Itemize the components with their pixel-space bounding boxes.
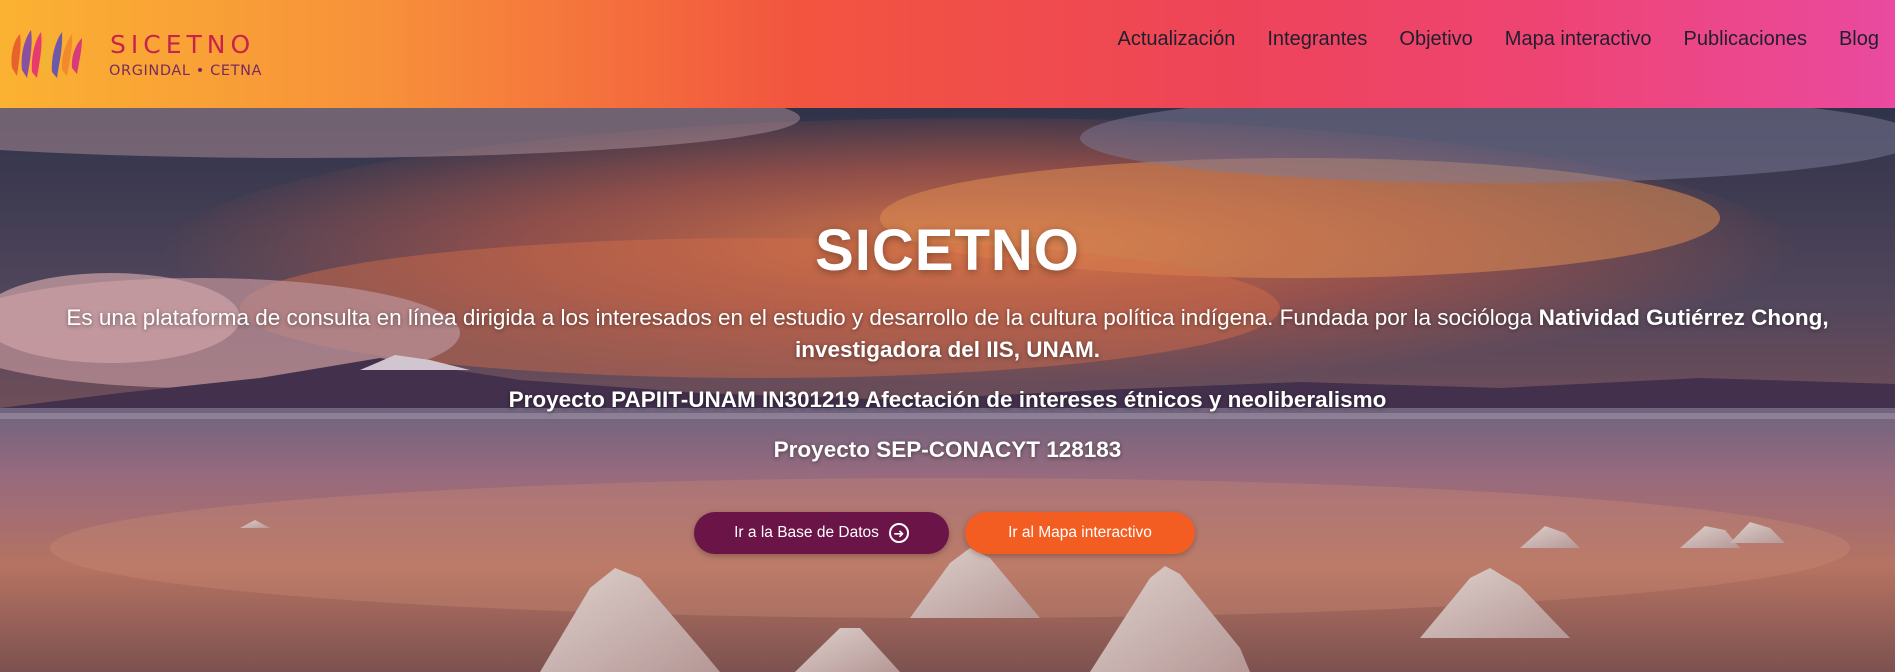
site-header: SICETNO ORGINDAL • CETNA Actualización I… [0, 0, 1895, 108]
hero-section: SICETNO Es una plataforma de consulta en… [0, 108, 1895, 672]
hero-description-text: Es una plataforma de consulta en línea d… [66, 305, 1539, 330]
go-to-database-label: Ir a la Base de Datos [734, 524, 879, 541]
arrow-right-circle-icon: ➜ [888, 523, 909, 543]
hero-buttons: Ir a la Base de Datos ➜ Ir al Mapa inter… [0, 512, 1895, 554]
hero-description: Es una plataforma de consulta en línea d… [48, 302, 1848, 366]
hero-project-conacyt: Proyecto SEP-CONACYT 128183 [773, 437, 1122, 462]
nav-item-publicaciones[interactable]: Publicaciones [1684, 26, 1807, 52]
hero-content: SICETNO Es una plataforma de consulta en… [40, 218, 1855, 466]
nav-item-integrantes[interactable]: Integrantes [1267, 26, 1367, 52]
brush-strokes-logo-icon [11, 30, 82, 78]
go-to-database-button[interactable]: Ir a la Base de Datos ➜ [694, 512, 949, 554]
go-to-map-label: Ir al Mapa interactivo [1008, 524, 1152, 541]
hero-project-papiit: Proyecto PAPIIT-UNAM IN301219 Afectación… [508, 387, 1387, 412]
go-to-map-button[interactable]: Ir al Mapa interactivo [965, 512, 1195, 554]
nav-item-blog[interactable]: Blog [1839, 26, 1879, 52]
hero-title: SICETNO [815, 218, 1080, 283]
nav-item-actualizacion[interactable]: Actualización [1118, 26, 1236, 52]
nav-item-objetivo[interactable]: Objetivo [1399, 26, 1472, 52]
nav-item-mapa-interactivo[interactable]: Mapa interactivo [1505, 26, 1652, 52]
main-navigation: Actualización Integrantes Objetivo Mapa … [1086, 26, 1880, 52]
site-logo[interactable]: SICETNO ORGINDAL • CETNA [8, 20, 278, 84]
brand-name: SICETNO [110, 30, 256, 59]
brand-subtitle: ORGINDAL • CETNA [109, 63, 263, 79]
